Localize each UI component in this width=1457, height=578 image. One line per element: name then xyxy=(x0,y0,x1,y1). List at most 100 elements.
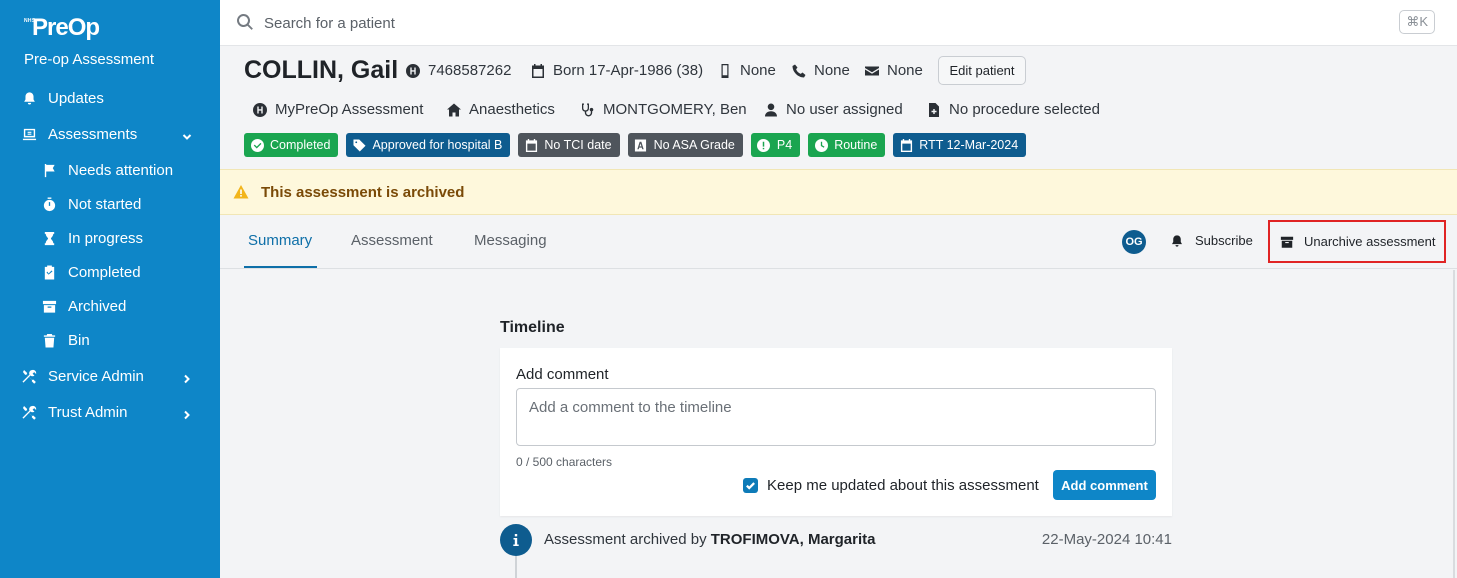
keep-updated-checkbox[interactable] xyxy=(743,478,758,493)
add-comment-label: Add comment xyxy=(516,366,609,383)
archived-banner-text: This assessment is archived xyxy=(261,183,465,201)
add-comment-button[interactable]: Add comment xyxy=(1053,470,1156,500)
stethoscope-icon xyxy=(580,102,596,118)
assigned-user-value: No user assigned xyxy=(786,101,903,118)
search-shortcut-badge: ⌘K xyxy=(1399,10,1435,34)
timeline-heading: Timeline xyxy=(500,319,565,336)
timeline-entry-user: TROFIMOVA, Margarita xyxy=(710,531,876,548)
tools-icon xyxy=(21,404,37,420)
tab-assessment[interactable]: Assessment xyxy=(351,232,433,249)
sidebar-item-service-admin[interactable]: Service Admin xyxy=(0,359,220,393)
procedure: No procedure selected xyxy=(926,101,1100,118)
character-count: 0 / 500 characters xyxy=(516,455,613,469)
logo-text: PreOp xyxy=(32,14,100,41)
avatar[interactable]: OG xyxy=(1122,230,1146,254)
keep-updated-checkbox-row[interactable]: Keep me updated about this assessment xyxy=(743,477,1039,494)
nhs-number-value: 7468587262 xyxy=(428,62,512,79)
procedure-value: No procedure selected xyxy=(949,101,1100,118)
user-icon xyxy=(763,102,779,118)
unarchive-assessment-button[interactable]: Unarchive assessment xyxy=(1268,220,1446,263)
chevron-right-icon xyxy=(182,407,192,420)
sidebar-item-needs-attention[interactable]: Needs attention xyxy=(0,153,220,187)
chevron-right-icon xyxy=(182,371,192,384)
date-of-birth: Born 17-Apr-1986 (38) xyxy=(530,62,703,79)
tools-icon xyxy=(21,368,37,384)
email-address: None xyxy=(864,62,923,79)
department-value: Anaesthetics xyxy=(469,101,555,118)
stopwatch-icon xyxy=(41,196,57,212)
assessment-type-value: MyPreOp Assessment xyxy=(275,101,424,118)
mobile-value: None xyxy=(740,62,776,79)
sidebar-item-in-progress[interactable]: In progress xyxy=(0,221,220,255)
sidebar-item-bin[interactable]: Bin xyxy=(0,323,220,357)
nhs-number: 7468587262 xyxy=(405,62,511,79)
subscribe-label: Subscribe xyxy=(1195,233,1253,248)
sidebar-item-archived[interactable]: Archived xyxy=(0,289,220,323)
check-circle-icon xyxy=(250,138,264,152)
info-icon xyxy=(500,524,532,556)
patient-search-input[interactable] xyxy=(264,8,1264,38)
sidebar-item-label: In progress xyxy=(68,229,144,247)
sidebar-item-label: Needs attention xyxy=(68,161,174,179)
calendar-icon xyxy=(899,138,913,152)
active-tab-indicator xyxy=(244,266,317,268)
status-badge-priority: P4 xyxy=(750,133,801,157)
keep-updated-label: Keep me updated about this assessment xyxy=(767,477,1039,494)
sidebar-item-label: Updates xyxy=(48,89,104,107)
sidebar-item-updates[interactable]: Updates xyxy=(0,81,220,115)
timeline-connector xyxy=(515,556,517,578)
assessment-tabs: Summary Assessment Messaging OG Subscrib… xyxy=(220,215,1457,269)
email-value: None xyxy=(887,62,923,79)
hospital-h-icon xyxy=(405,63,421,79)
hourglass-icon xyxy=(41,230,57,246)
calendar-icon xyxy=(530,63,546,79)
house-icon xyxy=(446,102,462,118)
sidebar-item-completed[interactable]: Completed xyxy=(0,255,220,289)
phone-icon xyxy=(791,63,807,79)
edit-patient-button[interactable]: Edit patient xyxy=(938,56,1026,85)
timeline-entry-time: 22-May-2024 10:41 xyxy=(1041,531,1172,548)
status-badge-asa-grade: No ASA Grade xyxy=(627,133,743,157)
bell-icon xyxy=(1172,234,1182,247)
clinician: MONTGOMERY, Ben xyxy=(580,101,747,118)
sidebar-item-not-started[interactable]: Not started xyxy=(0,187,220,221)
scrollbar-track[interactable] xyxy=(1453,270,1455,578)
trash-icon xyxy=(41,332,57,348)
clipboard-icon xyxy=(21,126,37,142)
archive-box-icon xyxy=(41,298,57,314)
status-badges: Completed Approved for hospital B No TCI… xyxy=(244,133,1034,157)
sidebar-item-label: Trust Admin xyxy=(48,403,128,421)
file-medical-icon xyxy=(926,102,942,118)
comment-textarea[interactable] xyxy=(516,388,1156,446)
sidebar-item-assessments[interactable]: Assessments xyxy=(0,117,220,151)
letter-a-icon xyxy=(634,138,648,152)
patient-name: COLLIN, Gail xyxy=(244,56,399,84)
chevron-down-icon xyxy=(182,129,192,140)
warning-icon xyxy=(233,184,249,200)
add-comment-card: Add comment 0 / 500 characters Keep me u… xyxy=(500,348,1172,516)
calendar-icon xyxy=(524,138,538,152)
tab-messaging[interactable]: Messaging xyxy=(474,232,547,249)
dob-value: Born 17-Apr-1986 (38) xyxy=(553,62,704,79)
sidebar-item-label: Archived xyxy=(68,297,127,315)
phone-value: None xyxy=(814,62,850,79)
exclamation-circle-icon xyxy=(757,138,771,152)
assessment-type: MyPreOp Assessment xyxy=(252,101,423,118)
tab-summary[interactable]: Summary xyxy=(248,232,312,249)
tag-icon xyxy=(352,138,366,152)
archive-box-icon xyxy=(1280,236,1294,248)
phone-number: None xyxy=(791,62,850,79)
status-badge-rtt: RTT 12-Mar-2024 xyxy=(893,133,1027,157)
hospital-h-icon xyxy=(252,102,268,118)
mobile-phone-icon xyxy=(717,63,733,79)
sidebar-item-trust-admin[interactable]: Trust Admin xyxy=(0,395,220,429)
subscribe-button[interactable]: Subscribe xyxy=(1170,233,1253,248)
sidebar: NHS PreOp Pre-op Assessment Updates Asse… xyxy=(0,0,220,578)
department: Anaesthetics xyxy=(446,101,555,118)
top-search-bar: ⌘K xyxy=(220,0,1457,46)
sidebar-item-label: Service Admin xyxy=(48,367,144,385)
status-badge-routine: Routine xyxy=(808,133,886,157)
sidebar-item-label: Assessments xyxy=(48,125,138,143)
status-badge-approved: Approved for hospital B xyxy=(346,133,511,157)
sidebar-item-label: Bin xyxy=(68,331,90,349)
